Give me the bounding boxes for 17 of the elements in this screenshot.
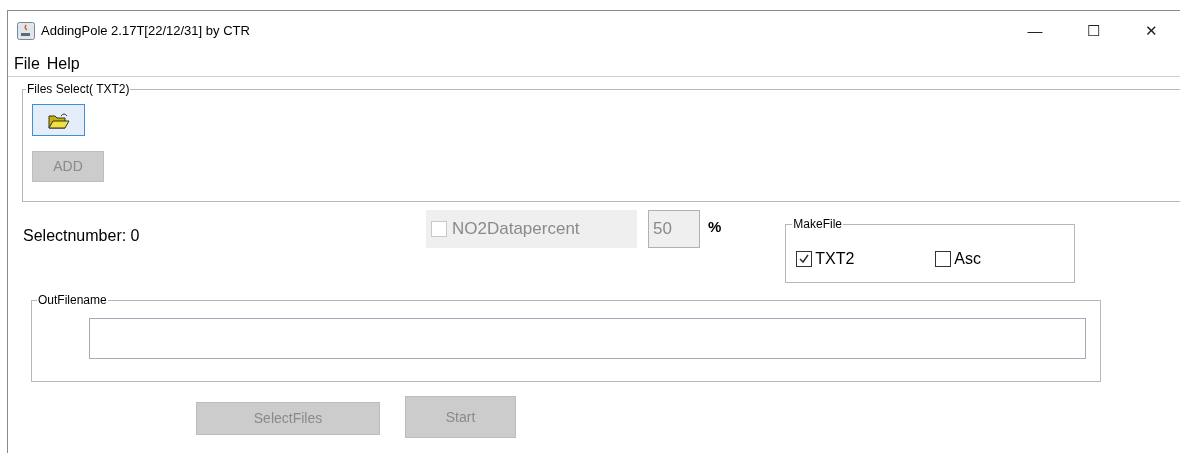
checkbox-label: Asc xyxy=(954,248,981,269)
checkbox[interactable] xyxy=(796,250,813,267)
group-label: Files Select( TXT2) xyxy=(26,81,131,97)
checkbox[interactable] xyxy=(935,250,952,267)
window-title: AddingPole 2.17T[22/12/31] by CTR xyxy=(41,22,250,41)
filename-field[interactable] xyxy=(89,318,1086,359)
open-folder-button[interactable] xyxy=(32,104,85,136)
window-control[interactable]: ☐ xyxy=(1064,11,1122,51)
select-number-label: Selectnumber: 0 xyxy=(23,226,141,246)
menu-item[interactable]: File xyxy=(14,51,40,76)
window-control[interactable]: — xyxy=(1006,11,1064,51)
folder-icon xyxy=(47,111,70,129)
unit-label: % xyxy=(708,217,722,237)
menu-item[interactable]: Help xyxy=(46,51,80,76)
checkbox-label: TXT2 xyxy=(815,248,855,269)
checkbox-label: NO2Datapercent xyxy=(452,218,580,241)
window-control[interactable]: ✕ xyxy=(1122,11,1180,51)
